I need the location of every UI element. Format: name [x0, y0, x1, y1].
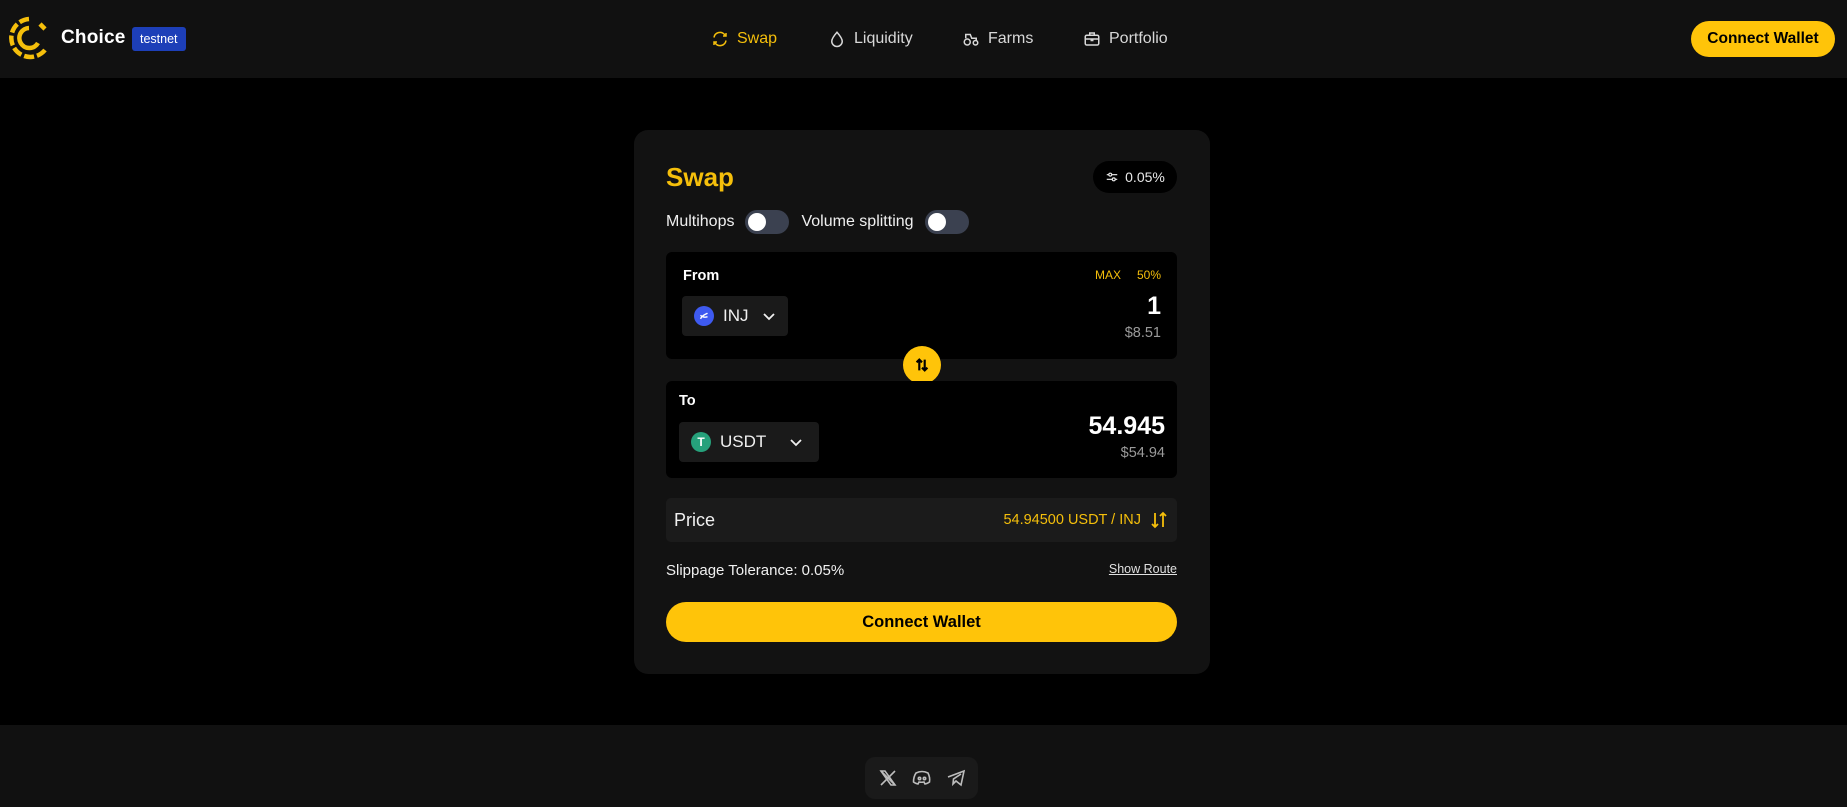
nav-liquidity-label: Liquidity	[854, 30, 913, 47]
to-panel: To T USDT 54.945 $54.94	[666, 381, 1177, 478]
slippage-tolerance-text: Slippage Tolerance: 0.05%	[666, 562, 845, 579]
toggle-knob	[748, 213, 767, 231]
to-amount-output: 54.945	[1088, 412, 1165, 440]
slippage-settings-button[interactable]: 0.05%	[1093, 161, 1177, 193]
droplet-icon	[830, 31, 844, 48]
price-row: Price 54.94500 USDT / INJ	[666, 498, 1177, 542]
top-bar: Choice testnet Swap Liquidity Farms Port…	[0, 0, 1847, 78]
network-badge: testnet	[132, 27, 186, 51]
amount-shortcuts: MAX 50%	[1095, 268, 1161, 282]
from-label: From	[683, 268, 720, 284]
from-amount-input[interactable]: 1	[1147, 292, 1161, 321]
price-value: 54.94500 USDT / INJ	[1003, 512, 1141, 528]
toggle-knob	[927, 213, 946, 231]
chevron-down-icon	[762, 313, 775, 321]
from-panel: From MAX 50% INJ 1 $8.51	[666, 252, 1177, 359]
connect-wallet-top-button[interactable]: Connect Wallet	[1691, 21, 1835, 57]
inj-token-icon	[694, 306, 714, 326]
sliders-icon	[1106, 172, 1118, 182]
volume-splitting-toggle[interactable]	[924, 210, 969, 234]
from-token-select[interactable]: INJ	[682, 296, 788, 336]
discord-icon[interactable]	[912, 768, 932, 788]
swap-arrows-icon	[915, 358, 929, 372]
invert-price-icon[interactable]	[1149, 510, 1169, 530]
nav-farms[interactable]: Farms	[962, 28, 1033, 50]
from-usd-value: $8.51	[1124, 325, 1161, 341]
footer	[0, 725, 1847, 807]
nav-swap-label: Swap	[737, 30, 778, 47]
swap-card: Swap 0.05% Multihops Volume splitting Fr…	[634, 130, 1210, 674]
nav-farms-label: Farms	[988, 30, 1034, 47]
nav-portfolio-label: Portfolio	[1109, 30, 1168, 47]
social-links	[865, 757, 978, 799]
to-label: To	[679, 393, 696, 409]
from-token-symbol: INJ	[723, 306, 749, 325]
usdt-token-icon: T	[691, 432, 711, 452]
slippage-chip-label: 0.05%	[1125, 169, 1165, 185]
briefcase-icon	[1084, 32, 1100, 46]
nav-swap[interactable]: Swap	[711, 28, 777, 50]
connect-wallet-button[interactable]: Connect Wallet	[666, 602, 1177, 642]
to-usd-value: $54.94	[1120, 445, 1165, 461]
tractor-icon	[963, 33, 979, 46]
refresh-icon	[713, 31, 727, 47]
nav-liquidity[interactable]: Liquidity	[828, 28, 913, 50]
switch-direction-button[interactable]	[903, 346, 941, 384]
price-label: Price	[674, 510, 716, 530]
show-route-link[interactable]: Show Route	[1109, 562, 1177, 576]
multihops-label: Multihops	[666, 213, 735, 230]
volume-splitting-label: Volume splitting	[801, 213, 914, 230]
to-token-select[interactable]: T USDT	[679, 422, 819, 462]
half-button[interactable]: 50%	[1137, 268, 1161, 282]
chevron-down-icon	[790, 439, 802, 447]
brand-name: Choice	[61, 27, 126, 48]
multihops-toggle[interactable]	[745, 210, 790, 234]
nav-portfolio[interactable]: Portfolio	[1083, 28, 1168, 50]
x-icon[interactable]	[878, 768, 898, 788]
max-button[interactable]: MAX	[1095, 268, 1121, 282]
telegram-icon[interactable]	[946, 768, 966, 788]
choice-logo-icon[interactable]	[9, 16, 49, 60]
to-token-symbol: USDT	[720, 432, 767, 451]
swap-title: Swap	[666, 162, 734, 192]
route-options: Multihops Volume splitting	[666, 209, 981, 235]
